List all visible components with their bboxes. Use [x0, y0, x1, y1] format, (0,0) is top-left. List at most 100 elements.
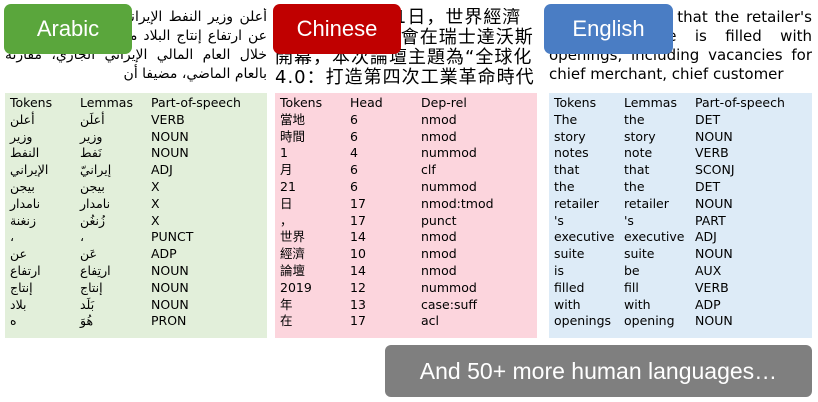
- table-cell: ADP: [151, 246, 177, 262]
- table-cell: executive: [624, 229, 685, 245]
- table-cell: نامدار: [80, 195, 111, 211]
- table-cell: 14: [350, 229, 366, 245]
- more-languages-banner: And 50+ more human languages…: [385, 345, 812, 397]
- table-row: 's 's PART: [549, 213, 812, 230]
- table-body: The the DET story story NOUN notes note VERB that…: [549, 112, 812, 330]
- table-cell: زنغنة: [10, 212, 37, 228]
- table-row: ， 17 punct: [275, 213, 537, 230]
- table-row: زنغنة زُنغُن X: [5, 213, 267, 230]
- table-cell: 世界: [280, 229, 306, 245]
- table-cell: 's: [554, 212, 564, 228]
- table-cell: بلاد: [10, 296, 27, 312]
- table-row: 年 13 case:suff: [275, 297, 537, 314]
- table-row: ه هُوَ PRON: [5, 313, 267, 330]
- table-cell: NOUN: [151, 296, 189, 312]
- table-cell: nmod: [421, 262, 457, 278]
- table-cell: NOUN: [695, 195, 733, 211]
- table-cell: ه: [10, 313, 17, 329]
- column-header: Lemmas: [80, 95, 133, 110]
- table-cell: X: [151, 212, 160, 228]
- table-cell: retailer: [554, 195, 599, 211]
- table-cell: openings: [554, 313, 612, 329]
- table-cell: that: [624, 162, 650, 178]
- table-header: Tokens Lemmas Part-of-speech: [5, 95, 267, 112]
- table-cell: نَفط: [80, 145, 102, 161]
- column-header: Part-of-speech: [151, 95, 241, 110]
- table-cell: NOUN: [151, 279, 189, 295]
- table-row: is be AUX: [549, 263, 812, 280]
- table-cell: NOUN: [695, 313, 733, 329]
- table-cell: nmod: [421, 246, 457, 262]
- table-body: 當地 6 nmod 時間 6 nmod 1 4 nummod 月 6 clf 21 6 nummod 日 17 n…: [275, 112, 537, 330]
- table-cell: 21: [280, 178, 296, 194]
- table-row: 1 4 nummod: [275, 145, 537, 162]
- table-cell: وزير: [80, 128, 103, 144]
- table-cell: بيجن: [80, 178, 105, 194]
- table-cell: 經濟: [280, 246, 306, 262]
- table-cell: PART: [695, 212, 726, 228]
- table-cell: PRON: [151, 313, 187, 329]
- table-cell: 在: [280, 313, 293, 329]
- table-cell: case:suff: [421, 296, 477, 312]
- table-cell: note: [624, 145, 653, 161]
- table-cell: أعلن: [10, 111, 35, 127]
- table-cell: NOUN: [695, 246, 733, 262]
- table-cell: ADJ: [695, 229, 717, 245]
- table-cell: ،: [10, 229, 15, 245]
- table-cell: suite: [624, 246, 655, 262]
- table-row: نامدار نامدار X: [5, 196, 267, 213]
- table-row: بلاد بَلَد NOUN: [5, 297, 267, 314]
- table-cell: 10: [350, 246, 366, 262]
- table-row: 2019 12 nummod: [275, 280, 537, 297]
- table-row: story story NOUN: [549, 129, 812, 146]
- table-cell: 6: [350, 162, 358, 178]
- table-cell: PUNCT: [151, 229, 194, 245]
- table-cell: NOUN: [151, 262, 189, 278]
- table-row: retailer retailer NOUN: [549, 196, 812, 213]
- table-row: openings opening NOUN: [549, 313, 812, 330]
- column-header: Head: [350, 95, 383, 110]
- table-cell: nummod: [421, 279, 477, 295]
- table-cell: acl: [421, 313, 440, 329]
- table-row: 在 17 acl: [275, 313, 537, 330]
- table-cell: ارتِفاع: [80, 262, 111, 278]
- table-cell: NOUN: [151, 128, 189, 144]
- table-cell: النفط: [10, 145, 40, 161]
- table-cell: filled: [554, 279, 585, 295]
- table-cell: وزير: [10, 128, 33, 144]
- table-cell: nmod: [421, 229, 457, 245]
- table-cell: X: [151, 178, 160, 194]
- column-header: Lemmas: [624, 95, 677, 110]
- table-cell: 日: [280, 195, 293, 211]
- column-header: Tokens: [280, 95, 323, 110]
- table-cell: the: [554, 178, 575, 194]
- table-cell: هُوَ: [80, 313, 94, 329]
- chinese-language-badge: Chinese: [273, 4, 401, 54]
- table-row: عن عَن ADP: [5, 246, 267, 263]
- table-cell: NOUN: [151, 145, 189, 161]
- table-row: 世界 14 nmod: [275, 229, 537, 246]
- table-cell: nmod:tmod: [421, 195, 494, 211]
- table-cell: nmod: [421, 128, 457, 144]
- table-row: 日 17 nmod:tmod: [275, 196, 537, 213]
- table-header: Tokens Head Dep-rel: [275, 95, 537, 112]
- table-cell: أعلَن: [80, 111, 105, 127]
- table-row: executive executive ADJ: [549, 229, 812, 246]
- table-cell: clf: [421, 162, 436, 178]
- table-cell: VERB: [151, 111, 185, 127]
- table-cell: DET: [695, 111, 721, 127]
- table-cell: nmod: [421, 111, 457, 127]
- table-cell: fill: [624, 279, 639, 295]
- table-row: النفط نَفط NOUN: [5, 145, 267, 162]
- column-header: Tokens: [554, 95, 597, 110]
- table-cell: that: [554, 162, 580, 178]
- table-row: filled fill VERB: [549, 280, 812, 297]
- table-row: إنتاج إنتاج NOUN: [5, 280, 267, 297]
- table-cell: ADP: [695, 296, 721, 312]
- table-row: بيجن بيجن X: [5, 179, 267, 196]
- table-cell: 6: [350, 111, 358, 127]
- table-row: ، ، PUNCT: [5, 229, 267, 246]
- table-cell: The: [554, 111, 578, 127]
- table-cell: with: [554, 296, 581, 312]
- table-row: that that SCONJ: [549, 162, 812, 179]
